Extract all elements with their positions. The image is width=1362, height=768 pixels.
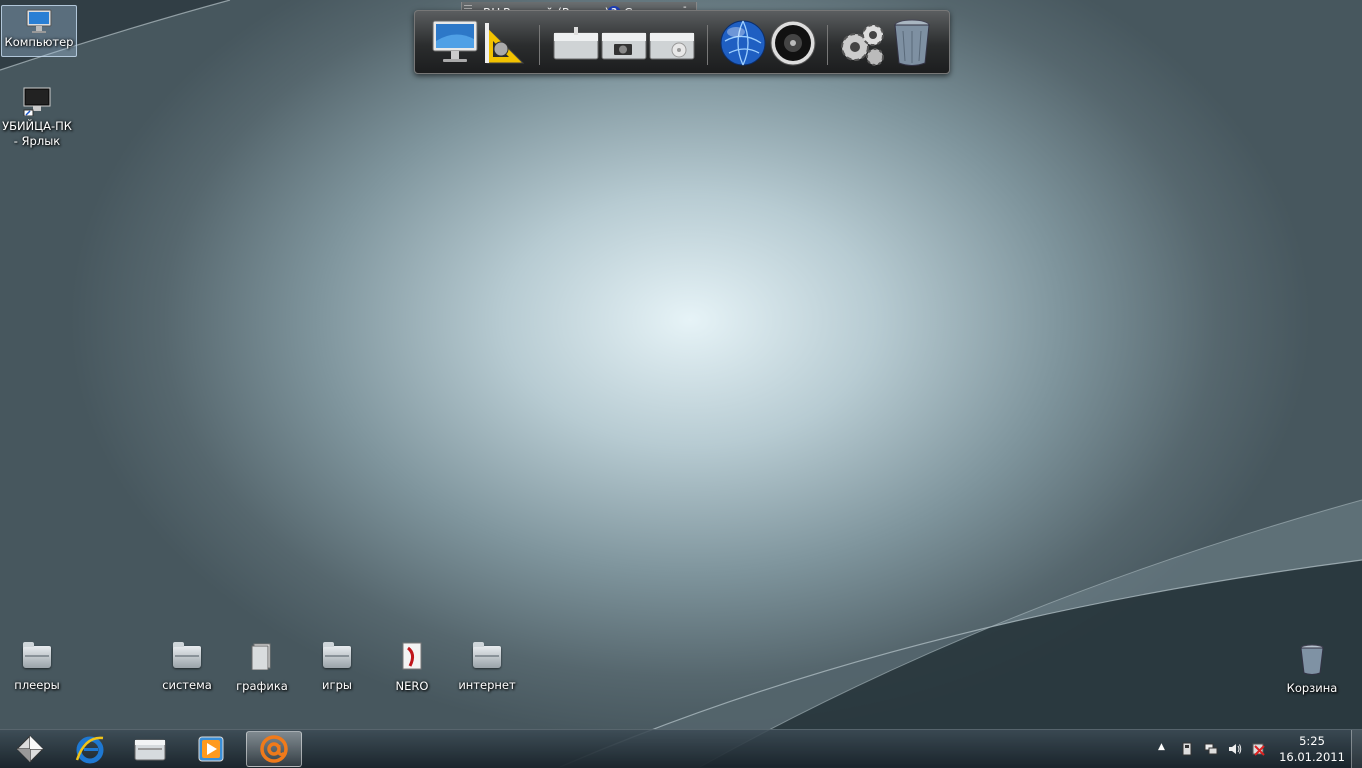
speaker-icon[interactable]: [769, 19, 817, 67]
desktop-icon-shortcut[interactable]: УБИЙЦА-ПК - Ярлык: [0, 86, 74, 149]
computer-icon: [26, 9, 52, 33]
desktop-icon-label: графика: [236, 679, 288, 693]
recycle-bin-icon: [1300, 644, 1324, 675]
settings-gears-icon[interactable]: [837, 19, 887, 67]
start-icon: [16, 735, 44, 763]
taskbar-explorer[interactable]: [122, 731, 178, 767]
folder-icon: [134, 739, 166, 761]
desktop-icon-label: система: [162, 678, 212, 692]
mail-at-icon: [260, 735, 288, 763]
safely-remove-hardware-icon[interactable]: [1180, 742, 1194, 756]
taskbar-internet-explorer[interactable]: [62, 731, 118, 767]
taskbar-mail-agent[interactable]: [246, 731, 302, 767]
desktop-icon-label: NERO: [395, 679, 429, 693]
trash-icon[interactable]: [891, 19, 933, 67]
taskbar-media-player[interactable]: [183, 731, 239, 767]
folder-icon: [23, 642, 51, 668]
folder-icon: [173, 642, 201, 668]
desktop-icon-label: Компьютер: [4, 35, 74, 49]
desktop-folder-nero[interactable]: NERO: [375, 642, 449, 694]
show-desktop-button[interactable]: [1351, 730, 1362, 768]
documents-folder-icon: [251, 643, 271, 671]
drive-icon[interactable]: [553, 19, 599, 67]
folder-icon: [323, 642, 351, 668]
show-hidden-icons-arrow-icon[interactable]: ▲: [1158, 742, 1165, 752]
desktop-folder-internet[interactable]: интернет: [450, 642, 524, 693]
desktop-icon-label: интернет: [458, 678, 516, 692]
desktop-folder-system[interactable]: система: [150, 642, 224, 693]
top-dock: [414, 10, 950, 74]
start-button[interactable]: [2, 731, 58, 767]
globe-icon[interactable]: [719, 19, 767, 67]
desktop-icon-label: игры: [322, 678, 352, 692]
media-player-icon: [198, 736, 224, 762]
network-icon[interactable]: [1204, 742, 1218, 756]
nero-icon: [402, 642, 422, 670]
desktop-icon-label: плееры: [14, 678, 60, 692]
tools-icon[interactable]: [483, 19, 529, 67]
desktop-icon-label: Корзина: [1286, 681, 1338, 695]
desktop-icon-label: УБИЙЦА-ПК - Ярлык: [2, 119, 72, 148]
folder-icon: [473, 642, 501, 668]
desktop-recycle-bin[interactable]: Корзина: [1275, 644, 1349, 696]
desktop-folder-players[interactable]: плееры: [0, 642, 74, 693]
desktop-folder-games[interactable]: игры: [300, 642, 374, 693]
monitor-shortcut-icon: [23, 87, 51, 117]
volume-icon[interactable]: [1228, 742, 1242, 756]
desktop-icon-computer[interactable]: Компьютер: [1, 5, 77, 57]
dock-separator: [827, 25, 828, 65]
taskbar: ▲ 5:25 16.01.2011: [0, 729, 1362, 768]
clock[interactable]: 5:25 16.01.2011: [1275, 733, 1349, 765]
computer-icon[interactable]: [431, 19, 481, 67]
clock-time: 5:25: [1299, 734, 1325, 748]
dock-separator: [707, 25, 708, 65]
internet-explorer-icon: [75, 736, 104, 764]
camera-drive-icon[interactable]: [601, 19, 647, 67]
disc-drive-icon[interactable]: [649, 19, 695, 67]
desktop-folder-graphics[interactable]: графика: [225, 643, 299, 694]
antivirus-icon[interactable]: [1252, 742, 1266, 756]
clock-date: 16.01.2011: [1279, 750, 1345, 764]
dock-separator: [539, 25, 540, 65]
